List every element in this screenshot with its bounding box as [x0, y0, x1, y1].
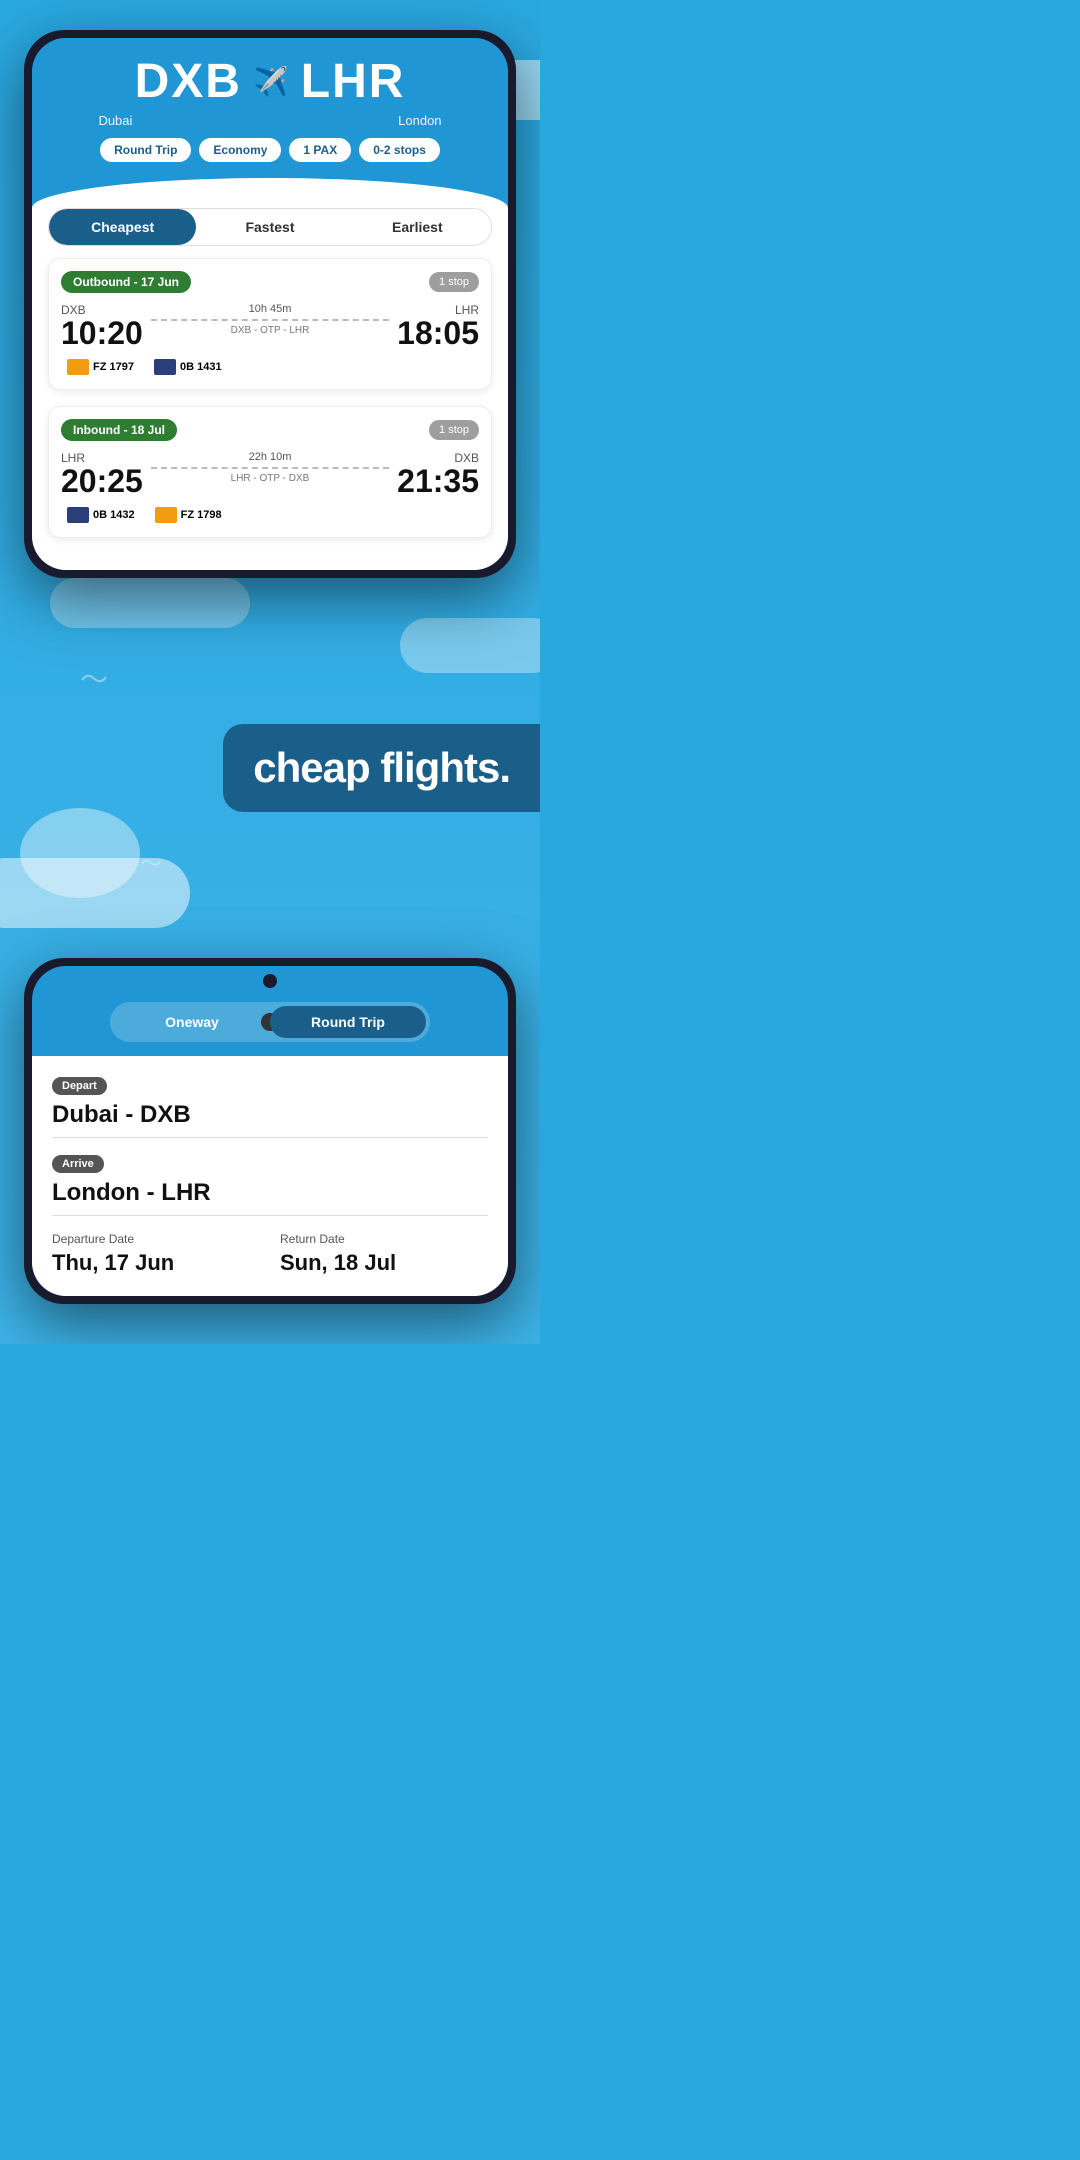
departure-date-label: Departure Date	[52, 1232, 260, 1246]
flydubai-icon	[67, 359, 89, 375]
outbound-duration: 10h 45m	[151, 303, 389, 315]
tagline-text: cheap flights.	[253, 744, 510, 791]
depart-field-group: Depart Dubai - DXB	[52, 1076, 488, 1138]
tag-stops[interactable]: 0-2 stops	[359, 138, 440, 162]
inbound-airline-2: FZ 1798	[149, 505, 228, 525]
search-form: Depart Dubai - DXB Arrive London - LHR D…	[32, 1056, 508, 1296]
tab-cheapest[interactable]: Cheapest	[49, 209, 196, 245]
departure-date-value[interactable]: Thu, 17 Jun	[52, 1250, 260, 1276]
outbound-airlines: FZ 1797 0B 1431	[61, 357, 479, 377]
origin-city: Dubai	[98, 113, 132, 128]
tab-earliest[interactable]: Earliest	[344, 209, 491, 245]
tagline-badge: cheap flights.	[223, 724, 540, 812]
tab-fastest[interactable]: Fastest	[196, 209, 343, 245]
tag-economy[interactable]: Economy	[199, 138, 281, 162]
inbound-route-middle: 22h 10m LHR - OTP - DXB	[143, 451, 397, 484]
return-date-field: Return Date Sun, 18 Jul	[280, 1232, 488, 1276]
dashed-line	[151, 319, 389, 321]
flydubai-icon-2	[155, 507, 177, 523]
outbound-airline-1: FZ 1797	[61, 357, 140, 377]
inbound-destination: DXB 21:35	[397, 451, 479, 497]
outbound-depart-time: 10:20	[61, 317, 143, 349]
outbound-card[interactable]: Outbound - 17 Jun 1 stop DXB 10:20 10h 4…	[48, 258, 492, 390]
inbound-card[interactable]: Inbound - 18 Jul 1 stop LHR 20:25 22h 10…	[48, 406, 492, 538]
inbound-label-row: Inbound - 18 Jul 1 stop	[61, 419, 479, 441]
inbound-airlines: 0B 1432 FZ 1798	[61, 505, 479, 525]
outbound-label-row: Outbound - 17 Jun 1 stop	[61, 271, 479, 293]
inbound-depart-time: 20:25	[61, 465, 143, 497]
flights-area: Outbound - 17 Jun 1 stop DXB 10:20 10h 4…	[32, 258, 508, 570]
outbound-route-middle: 10h 45m DXB - OTP - LHR	[143, 303, 397, 336]
outbound-route-row: DXB 10:20 10h 45m DXB - OTP - LHR LHR 18…	[61, 303, 479, 349]
phone2-screen: Oneway Round Trip Depart Dubai - DXB Arr…	[32, 966, 508, 1296]
return-date-label: Return Date	[280, 1232, 488, 1246]
notch-dot	[263, 974, 277, 988]
flight-tags: Round Trip Economy 1 PAX 0-2 stops	[52, 138, 488, 178]
inbound-duration: 22h 10m	[151, 451, 389, 463]
depart-value[interactable]: Dubai - DXB	[52, 1101, 488, 1138]
inbound-flight-1: 0B 1432	[93, 509, 135, 521]
destination-code: LHR	[301, 54, 406, 109]
phone2-wrapper: Oneway Round Trip Depart Dubai - DXB Arr…	[0, 958, 540, 1344]
toggle-oneway[interactable]: Oneway	[114, 1006, 270, 1038]
phone-notch	[32, 966, 508, 992]
outbound-flight-1: FZ 1797	[93, 361, 134, 373]
arrive-value[interactable]: London - LHR	[52, 1179, 488, 1216]
dates-row: Departure Date Thu, 17 Jun Return Date S…	[52, 1232, 488, 1276]
tarom-icon	[154, 359, 176, 375]
trip-toggle: Oneway Round Trip	[110, 1002, 430, 1042]
departure-date-field: Departure Date Thu, 17 Jun	[52, 1232, 260, 1276]
return-date-value[interactable]: Sun, 18 Jul	[280, 1250, 488, 1276]
tag-pax[interactable]: 1 PAX	[289, 138, 351, 162]
destination-city: London	[398, 113, 441, 128]
toggle-roundtrip[interactable]: Round Trip	[270, 1006, 426, 1038]
dashed-line-2	[151, 467, 389, 469]
phone2-mockup: Oneway Round Trip Depart Dubai - DXB Arr…	[24, 958, 516, 1304]
inbound-route-path: LHR - OTP - DXB	[151, 473, 389, 484]
outbound-stops: 1 stop	[429, 272, 479, 292]
tabs-container: Cheapest Fastest Earliest	[32, 208, 508, 258]
tag-round-trip[interactable]: Round Trip	[100, 138, 191, 162]
outbound-origin: DXB 10:20	[61, 303, 143, 349]
inbound-route-row: LHR 20:25 22h 10m LHR - OTP - DXB DXB 21…	[61, 451, 479, 497]
arrive-field-group: Arrive London - LHR	[52, 1154, 488, 1216]
trip-toggle-row: Oneway Round Trip	[32, 992, 508, 1056]
inbound-origin: LHR 20:25	[61, 451, 143, 497]
inbound-flight-2: FZ 1798	[181, 509, 222, 521]
outbound-badge: Outbound - 17 Jun	[61, 271, 191, 293]
filter-tabs: Cheapest Fastest Earliest	[48, 208, 492, 246]
origin-code: DXB	[135, 54, 242, 109]
inbound-stops: 1 stop	[429, 420, 479, 440]
depart-label: Depart	[52, 1077, 107, 1095]
inbound-arrive-time: 21:35	[397, 465, 479, 497]
wave-separator	[32, 178, 508, 208]
outbound-flight-2: 0B 1431	[180, 361, 222, 373]
arrive-label: Arrive	[52, 1155, 104, 1173]
outbound-route-path: DXB - OTP - LHR	[151, 325, 389, 336]
airport-cities: Dubai London	[52, 113, 488, 128]
plane-icon: ✈️	[254, 65, 289, 98]
inbound-airline-1: 0B 1432	[61, 505, 141, 525]
outbound-destination: LHR 18:05	[397, 303, 479, 349]
inbound-badge: Inbound - 18 Jul	[61, 419, 177, 441]
middle-section: 〜 〜 cheap flights.	[0, 578, 540, 958]
flight-header: DXB ✈️ LHR Dubai London Round Trip Econo…	[32, 38, 508, 178]
outbound-arrive-time: 18:05	[397, 317, 479, 349]
tarom-icon-2	[67, 507, 89, 523]
outbound-airline-2: 0B 1431	[148, 357, 228, 377]
